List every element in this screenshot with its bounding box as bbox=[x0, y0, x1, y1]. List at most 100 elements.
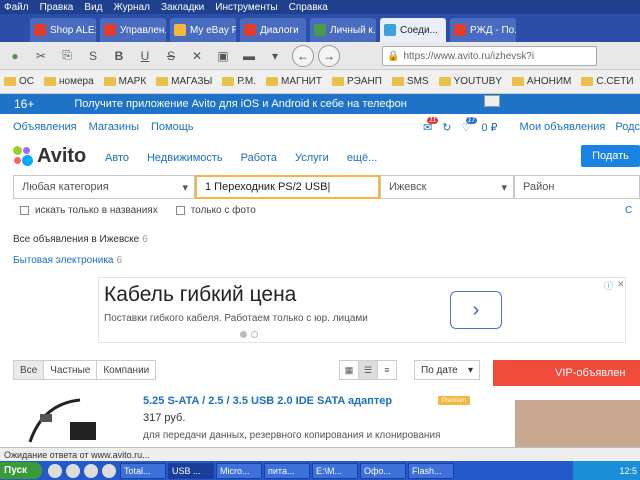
cat-jobs[interactable]: Работа bbox=[241, 152, 277, 164]
bookmark-networks[interactable]: С.СЕТИ bbox=[581, 76, 634, 87]
start-button[interactable]: Пуск bbox=[0, 462, 42, 479]
tab-rzd[interactable]: РЖД - По... bbox=[450, 18, 516, 42]
avito-logo[interactable]: Avito bbox=[13, 145, 86, 167]
menu-tools[interactable]: Инструменты bbox=[215, 2, 277, 13]
bookmark-magnit[interactable]: МАГНИТ bbox=[266, 76, 322, 87]
cut-icon[interactable]: ✂ bbox=[32, 47, 50, 65]
task-explorer[interactable]: E:\M... bbox=[312, 462, 358, 479]
bookmark-youtube[interactable]: YOUTUBY bbox=[438, 76, 502, 87]
carousel-dot-active[interactable] bbox=[240, 331, 247, 338]
paste-icon[interactable]: ⎘ bbox=[58, 47, 76, 65]
clock[interactable]: 12:5 bbox=[619, 466, 637, 476]
menu-bookmarks[interactable]: Закладки bbox=[161, 2, 204, 13]
app-banner[interactable]: 16+ Получите приложение Avito для iOS и … bbox=[0, 94, 640, 114]
wallet-balance[interactable]: 0 ₽ bbox=[481, 121, 497, 134]
quicklaunch-icon[interactable] bbox=[84, 463, 98, 478]
district-select[interactable]: Район bbox=[514, 175, 640, 199]
tab-manage[interactable]: Управлен... bbox=[100, 18, 166, 42]
user-nav: ✉ 11 ↻ ♡ 17 0 ₽ Мои объявления Родс bbox=[413, 116, 640, 136]
post-ad-button[interactable]: Подать bbox=[581, 145, 640, 167]
cat-more[interactable]: ещё... bbox=[347, 152, 377, 164]
bookmark-mark[interactable]: МАРК bbox=[103, 76, 146, 87]
more-options-link[interactable]: С bbox=[625, 205, 632, 216]
strike-icon[interactable]: S bbox=[84, 47, 102, 65]
ad-headline[interactable]: Кабель гибкий цена bbox=[104, 283, 296, 307]
menu-edit[interactable]: Правка bbox=[40, 2, 74, 13]
green-circle-icon[interactable]: ● bbox=[6, 47, 24, 65]
search-input[interactable]: 1 Переходник PS/2 USB | bbox=[195, 175, 380, 199]
category-nav: Авто Недвижимость Работа Услуги ещё... bbox=[105, 152, 395, 164]
app-banner-text: Получите приложение Avito для iOS и Andr… bbox=[74, 98, 407, 110]
favorites-icon[interactable]: ♡ 17 bbox=[461, 116, 478, 134]
vip-ad-image[interactable] bbox=[515, 400, 640, 447]
quicklaunch-icon[interactable] bbox=[102, 463, 116, 478]
quicklaunch-icon[interactable] bbox=[48, 463, 62, 478]
bookmark-rm[interactable]: Р.М. bbox=[222, 76, 256, 87]
text-cursor: | bbox=[327, 181, 331, 193]
notifications-icon[interactable]: ↻ bbox=[442, 121, 451, 134]
nav-help[interactable]: Помощь bbox=[151, 121, 194, 133]
forward-icon[interactable]: → bbox=[318, 44, 340, 67]
screen-icon[interactable]: ▬ bbox=[240, 47, 258, 65]
bookmark-anonim[interactable]: АНОНИМ bbox=[511, 76, 571, 87]
bookmark-numbers[interactable]: номера bbox=[44, 76, 94, 87]
my-ads-link[interactable]: Мои объявления bbox=[520, 121, 606, 133]
filter-all[interactable]: Все bbox=[13, 360, 45, 380]
tab-account[interactable]: Личный к... bbox=[310, 18, 376, 42]
listing-title[interactable]: 5.25 S-ATA / 2.5 / 3.5 USB 2.0 IDE SATA … bbox=[143, 395, 392, 407]
nav-ads[interactable]: Объявления bbox=[13, 121, 77, 133]
list-view-icon[interactable]: ☰ bbox=[358, 360, 378, 380]
category-select[interactable]: Любая категория ▾ bbox=[13, 175, 195, 199]
adchoices-icon[interactable]: ⓘ bbox=[604, 279, 613, 292]
compact-view-icon[interactable]: ≡ bbox=[377, 360, 397, 380]
city-select[interactable]: Ижевск ▾ bbox=[380, 175, 514, 199]
menu-history[interactable]: Журнал bbox=[113, 2, 150, 13]
tab-shop[interactable]: Shop ALE1... bbox=[30, 18, 96, 42]
menu-view[interactable]: Вид bbox=[84, 2, 102, 13]
tab-ebay[interactable]: My eBay P... bbox=[170, 18, 236, 42]
more-icon[interactable]: ▾ bbox=[266, 47, 284, 65]
task-office[interactable]: Офо... bbox=[360, 462, 406, 479]
breadcrumb-electronics[interactable]: Бытовая электроника 6 bbox=[13, 255, 122, 266]
bookmark-reanp[interactable]: РЭАНП bbox=[331, 76, 382, 87]
filter-private[interactable]: Частные bbox=[43, 360, 98, 380]
task-micro[interactable]: Micro... bbox=[216, 462, 262, 479]
strikethrough-icon[interactable]: S bbox=[162, 47, 180, 65]
image-icon[interactable]: ▣ bbox=[214, 47, 232, 65]
listing-thumbnail[interactable] bbox=[20, 392, 110, 448]
tools-icon[interactable]: ✕ bbox=[188, 47, 206, 65]
ad-arrow-button[interactable]: › bbox=[450, 291, 502, 329]
url-bar[interactable]: 🔒 https://www.avito.ru/izhevsk?i bbox=[382, 46, 597, 66]
bold-icon[interactable]: B bbox=[110, 47, 128, 65]
profile-link[interactable]: Родс bbox=[615, 121, 640, 133]
photo-only-checkbox[interactable]: только с фото bbox=[175, 205, 256, 216]
bookmark-shops[interactable]: МАГАЗЫ bbox=[156, 76, 212, 87]
carousel-dot[interactable] bbox=[251, 331, 258, 338]
titles-only-checkbox[interactable]: искать только в названиях bbox=[20, 205, 158, 216]
task-flash[interactable]: Flash... bbox=[408, 462, 454, 479]
tab-avito-active[interactable]: Соеди... bbox=[380, 18, 446, 42]
back-icon[interactable]: ← bbox=[292, 44, 314, 67]
close-icon[interactable]: ✕ bbox=[617, 279, 625, 290]
task-usb[interactable]: USB ... bbox=[168, 462, 214, 479]
menu-file[interactable]: Файл bbox=[4, 2, 29, 13]
cat-services[interactable]: Услуги bbox=[295, 152, 329, 164]
messages-icon[interactable]: ✉ 11 bbox=[423, 116, 439, 134]
filter-companies[interactable]: Компании bbox=[96, 360, 157, 380]
tab-dialogs[interactable]: Диалоги bbox=[240, 18, 306, 42]
quicklaunch-icon[interactable] bbox=[66, 463, 80, 478]
bookmark-sms[interactable]: SMS bbox=[391, 76, 429, 87]
task-total[interactable]: Total... bbox=[120, 462, 166, 479]
cat-realty[interactable]: Недвижимость bbox=[147, 152, 223, 164]
underline-icon[interactable]: U bbox=[136, 47, 154, 65]
ad-subtext: Поставки гибкого кабеля. Работаем только… bbox=[104, 313, 368, 324]
nav-shops[interactable]: Магазины bbox=[89, 121, 139, 133]
cat-auto[interactable]: Авто bbox=[105, 152, 129, 164]
bookmark-os[interactable]: ОС bbox=[4, 76, 34, 87]
sort-select[interactable]: По дате ▾ bbox=[414, 360, 480, 380]
view-switcher: ▦ ☰ ≡ bbox=[339, 360, 397, 380]
menu-help[interactable]: Справка bbox=[289, 2, 328, 13]
task-pita[interactable]: питa... bbox=[264, 462, 310, 479]
grid-view-icon[interactable]: ▦ bbox=[339, 360, 359, 380]
folder-icon bbox=[511, 77, 524, 86]
